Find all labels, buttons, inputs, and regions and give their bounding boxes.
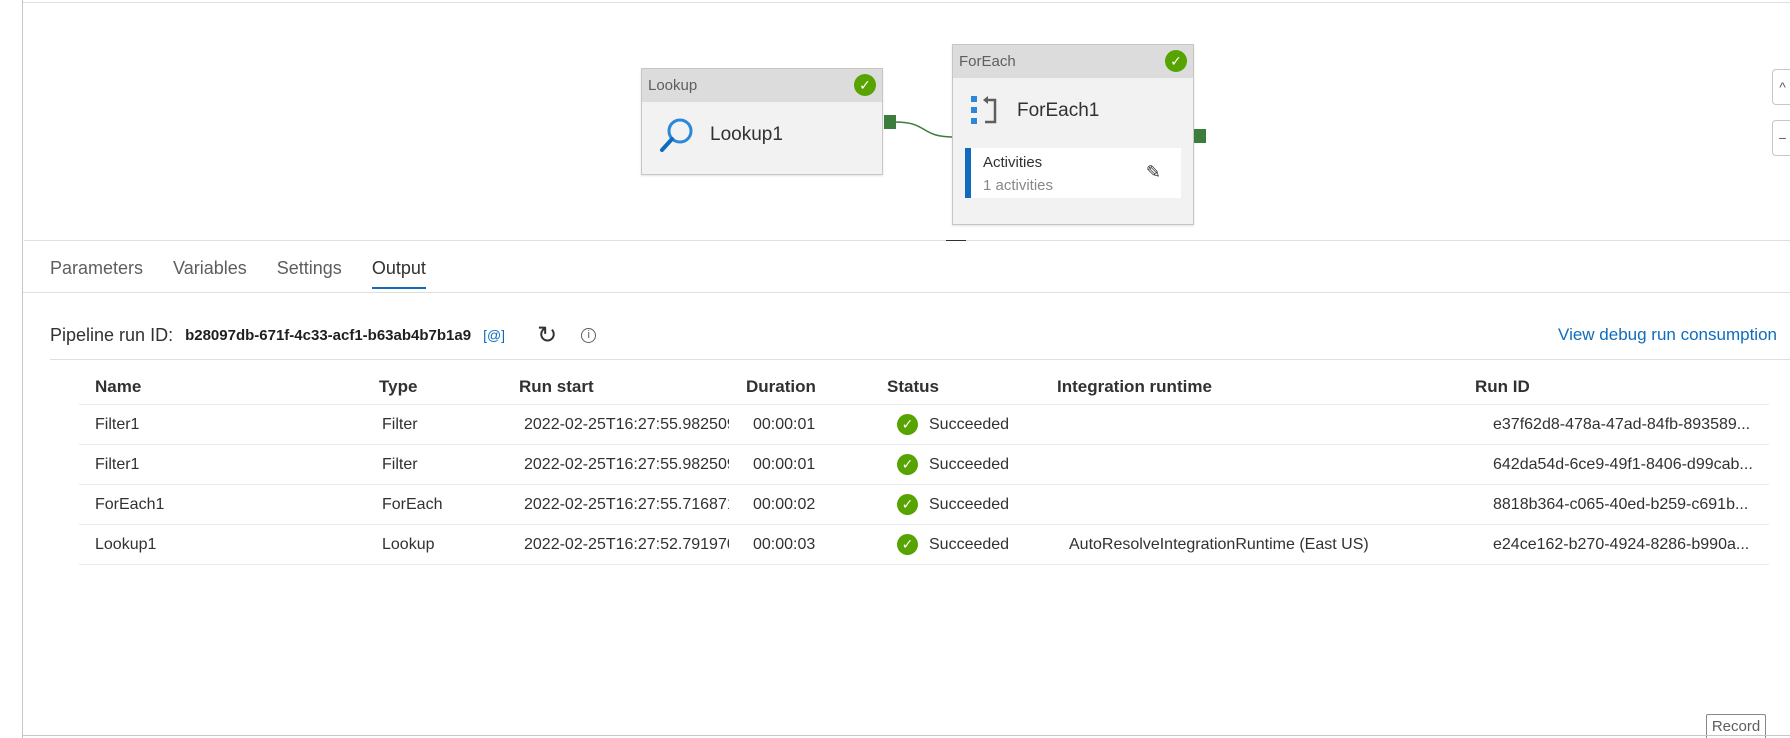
cell-run-start: 2022-02-25T16:27:55.982509	[524, 455, 729, 473]
cell-type: Filter	[382, 455, 418, 473]
bottom-divider	[23, 735, 1790, 736]
status-text: Succeeded	[929, 415, 1010, 433]
tab-variables[interactable]: Variables	[173, 258, 247, 289]
cell-type: Filter	[382, 415, 418, 433]
cell-type: Lookup	[382, 535, 435, 553]
tabs-divider	[23, 292, 1790, 293]
status-text: Succeeded	[929, 455, 1010, 473]
activities-count: 1 activities	[983, 177, 1054, 194]
magnifier-icon	[660, 118, 693, 152]
column-header-run-start[interactable]: Run start	[519, 370, 724, 404]
cell-run-id[interactable]: e37f62d8-478a-47ad-84fb-893589...	[1493, 405, 1761, 444]
table-row[interactable]: Lookup1 Lookup 2022-02-25T16:27:52.79197…	[79, 525, 1769, 565]
cell-status: ✓ Succeeded	[897, 445, 1057, 484]
node-title: ForEach1	[1017, 100, 1100, 121]
cell-status: ✓ Succeeded	[897, 525, 1057, 564]
pipeline-run-info: Pipeline run ID: b28097db-671f-4c33-acf1…	[50, 320, 1780, 350]
cell-integration-runtime	[1069, 405, 1479, 444]
runinfo-divider	[50, 359, 1790, 360]
table-row[interactable]: ForEach1 ForEach 2022-02-25T16:27:55.716…	[79, 485, 1769, 525]
cell-run-id[interactable]: 8818b364-c065-40ed-b259-c691b...	[1493, 485, 1761, 524]
cell-status: ✓ Succeeded	[897, 405, 1057, 444]
cell-status: ✓ Succeeded	[897, 485, 1057, 524]
cell-duration: 00:00:01	[753, 455, 816, 473]
connector-line	[894, 121, 955, 138]
cell-duration: 00:00:02	[753, 495, 816, 513]
success-check-icon: ✓	[897, 494, 918, 515]
cell-integration-runtime	[1069, 485, 1479, 524]
cell-integration-runtime: AutoResolveIntegrationRuntime (East US)	[1069, 535, 1369, 553]
tab-parameters[interactable]: Parameters	[50, 258, 143, 289]
cell-run-id[interactable]: e24ce162-b270-4924-8286-b990a...	[1493, 525, 1761, 564]
connector-layer	[894, 121, 966, 241]
left-rail	[0, 0, 23, 738]
foreach-activity-node[interactable]: ForEach ✓ ForEach1 Activities 1 activiti…	[952, 44, 1194, 225]
pipeline-canvas[interactable]: Lookup ✓ Lookup1 ForEach ✓ ForEach1 Acti…	[24, 3, 1790, 241]
activities-box[interactable]: Activities 1 activities ✎	[965, 148, 1181, 198]
status-text: Succeeded	[929, 495, 1010, 513]
splitter-handle[interactable]	[946, 240, 966, 241]
success-check-icon: ✓	[897, 534, 918, 555]
run-id-value: b28097db-671f-4c33-acf1-b63ab4b7b1a9	[185, 326, 472, 344]
table-header-row: Name Type Run start Duration Status Inte…	[79, 370, 1769, 405]
activities-label: Activities	[983, 154, 1043, 171]
zoom-in-button[interactable]: ^	[1772, 69, 1790, 105]
column-header-type[interactable]: Type	[379, 370, 509, 404]
node-header: Lookup ✓	[642, 69, 882, 102]
cell-run-id[interactable]: 642da54d-6ce9-49f1-8406-d99cab...	[1493, 445, 1761, 484]
node-type-label: Lookup	[648, 77, 698, 94]
node-title: Lookup1	[710, 124, 783, 145]
cell-duration: 00:00:01	[753, 415, 816, 433]
column-header-status[interactable]: Status	[887, 370, 1047, 404]
cell-name: Filter1	[95, 415, 140, 433]
cell-duration: 00:00:03	[753, 535, 816, 553]
refresh-icon[interactable]: ↻	[537, 321, 557, 350]
column-header-name[interactable]: Name	[95, 370, 345, 404]
node-type-label: ForEach	[959, 53, 1016, 70]
cell-name: Lookup1	[95, 535, 157, 553]
cell-type: ForEach	[382, 495, 443, 513]
success-check-icon: ✓	[897, 414, 918, 435]
success-check-icon: ✓	[854, 74, 876, 96]
lookup-output-port[interactable]	[884, 115, 896, 129]
property-tabs: Parameters Variables Settings Output	[50, 258, 426, 289]
copy-icon[interactable]: [@]	[483, 327, 505, 343]
view-debug-run-consumption-link[interactable]: View debug run consumption	[1558, 325, 1777, 345]
info-icon[interactable]: i	[581, 327, 597, 343]
foreach-output-port[interactable]	[1194, 129, 1206, 143]
success-check-icon: ✓	[897, 454, 918, 475]
status-text: Succeeded	[929, 535, 1010, 553]
foreach-icon	[971, 96, 997, 124]
column-header-duration[interactable]: Duration	[746, 370, 866, 404]
cell-name: Filter1	[95, 455, 140, 473]
run-id-label: Pipeline run ID:	[50, 324, 174, 345]
cell-run-start: 2022-02-25T16:27:55.716871	[524, 495, 729, 513]
lookup-activity-node[interactable]: Lookup ✓ Lookup1	[641, 68, 883, 175]
table-row[interactable]: Filter1 Filter 2022-02-25T16:27:55.98250…	[79, 445, 1769, 485]
column-header-run-id[interactable]: Run ID	[1475, 370, 1743, 404]
edit-pencil-icon[interactable]: ✎	[1146, 162, 1161, 183]
column-header-integration-runtime[interactable]: Integration runtime	[1057, 370, 1467, 404]
zoom-out-button[interactable]: −	[1772, 120, 1790, 156]
tab-settings[interactable]: Settings	[277, 258, 342, 289]
cell-integration-runtime	[1069, 445, 1479, 484]
success-check-icon: ✓	[1165, 50, 1187, 72]
table-row[interactable]: Filter1 Filter 2022-02-25T16:27:55.98250…	[79, 405, 1769, 445]
activity-runs-table: Name Type Run start Duration Status Inte…	[79, 370, 1769, 565]
cell-name: ForEach1	[95, 495, 165, 513]
tab-output[interactable]: Output	[371, 258, 426, 289]
node-header: ForEach ✓	[953, 45, 1193, 78]
cell-run-start: 2022-02-25T16:27:52.791970	[524, 535, 729, 553]
cell-run-start: 2022-02-25T16:27:55.982509	[524, 415, 729, 433]
